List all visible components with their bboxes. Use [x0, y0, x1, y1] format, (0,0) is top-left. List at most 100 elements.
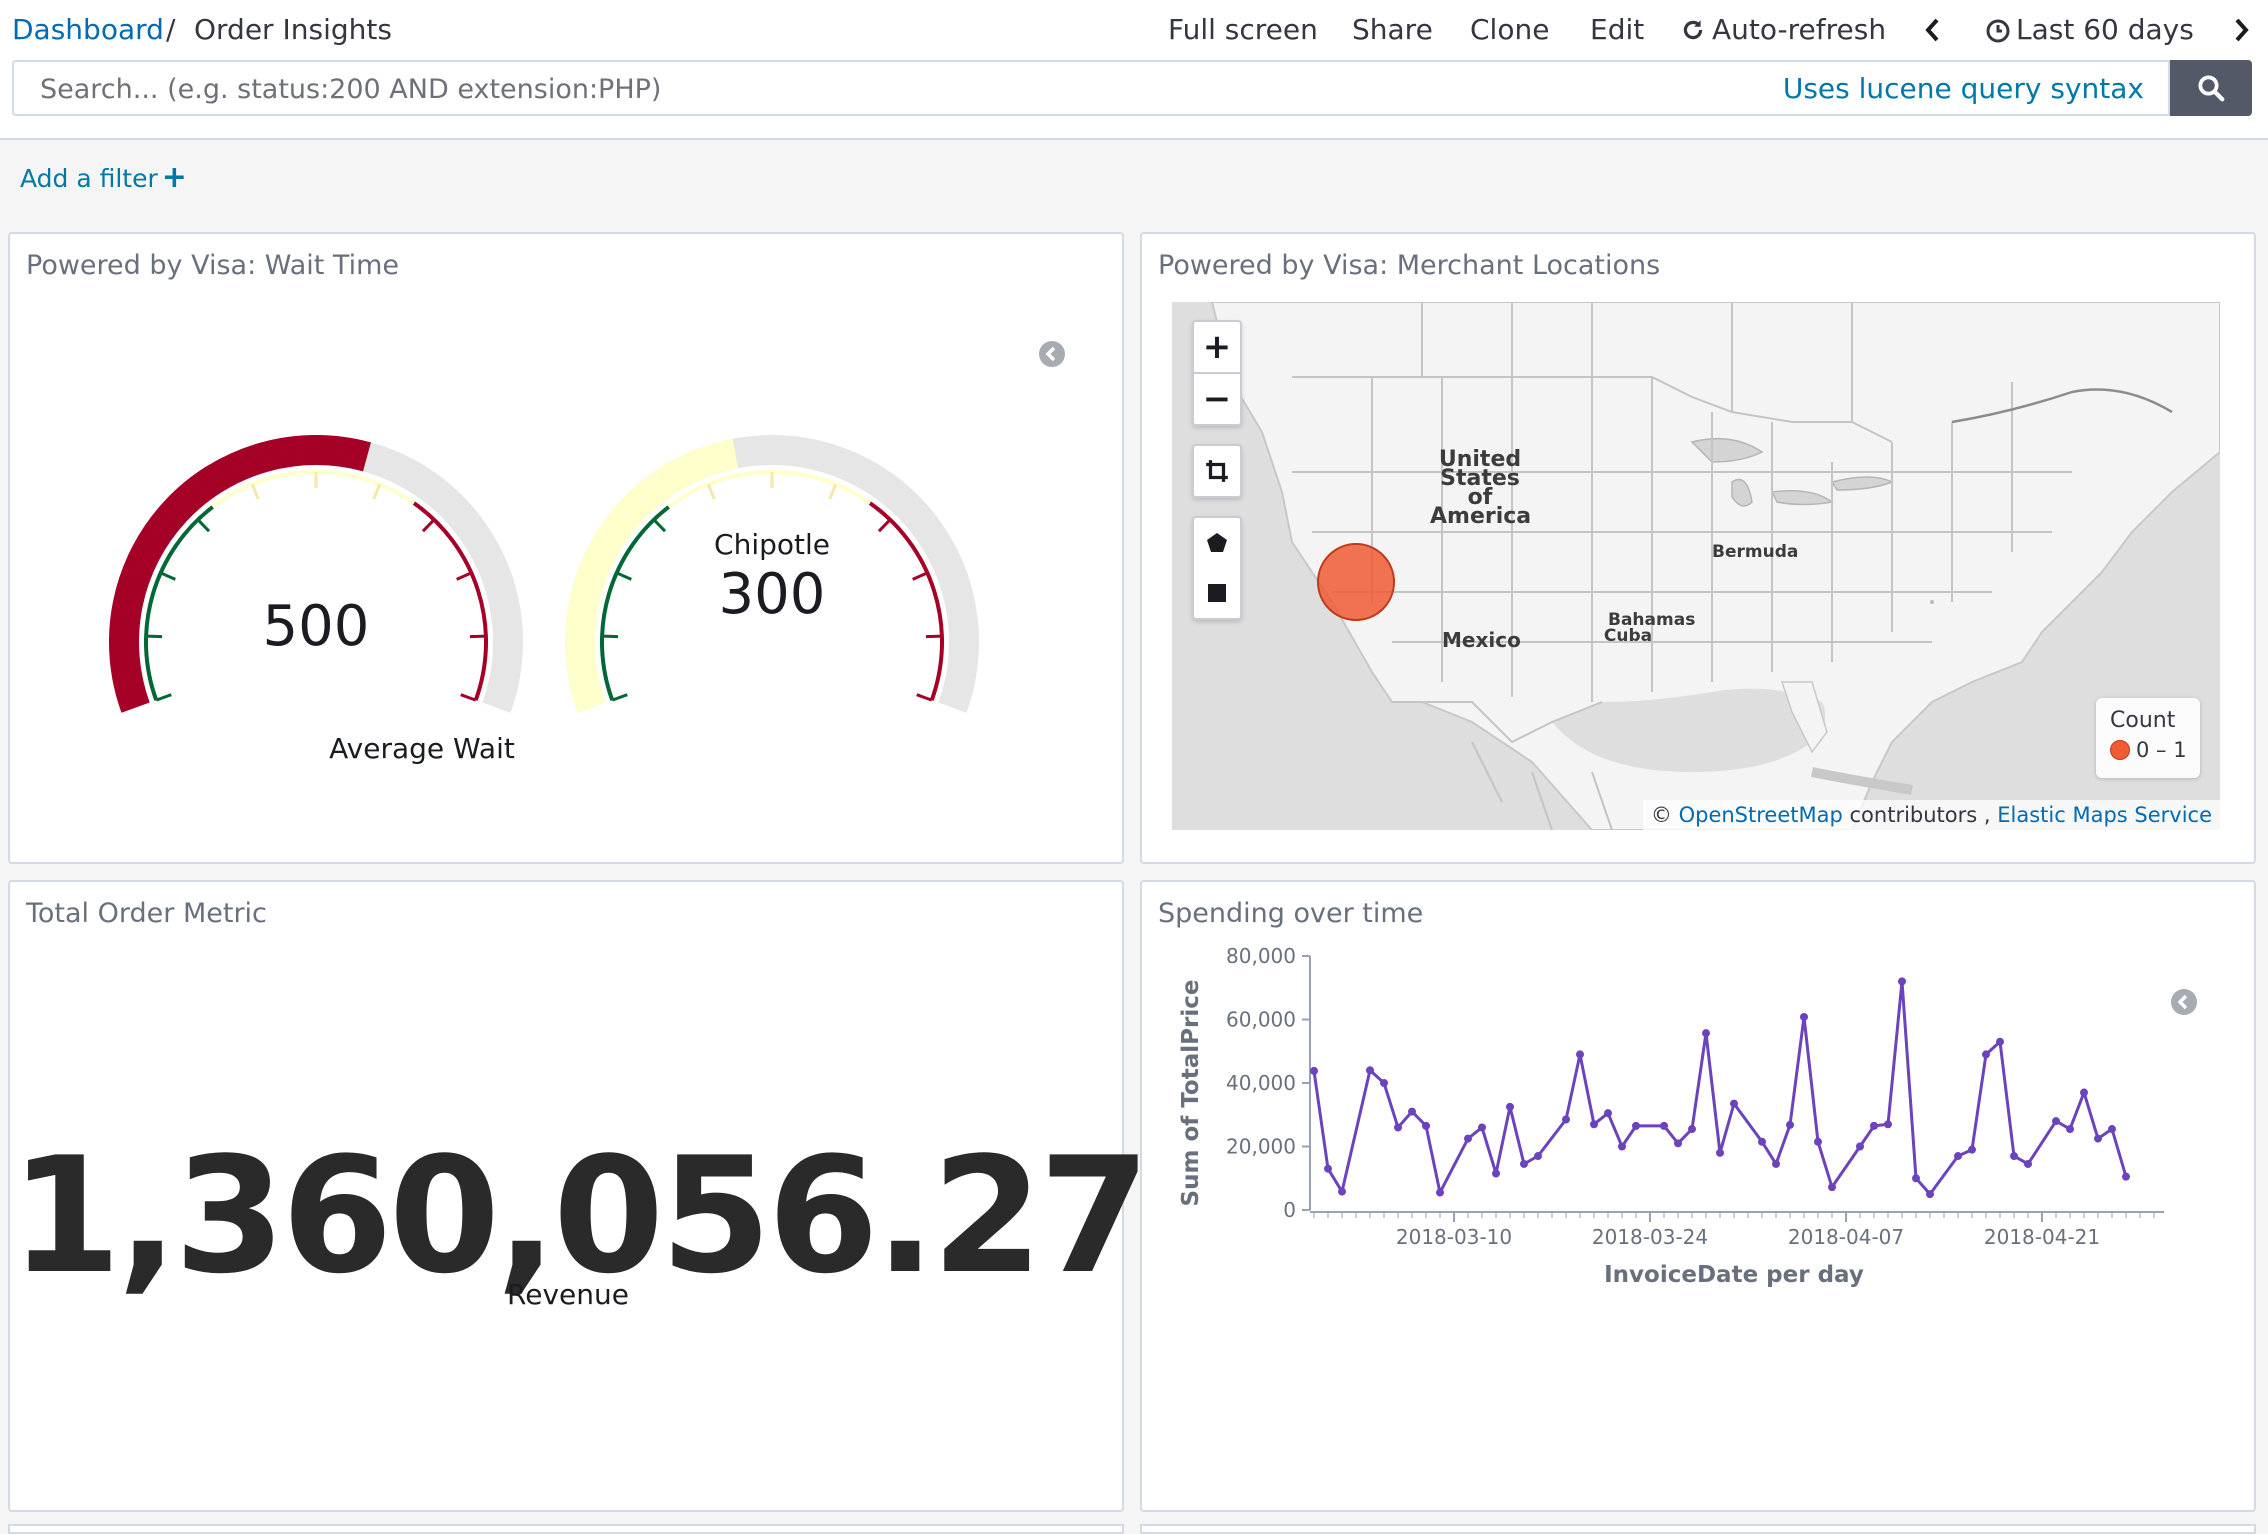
data-point[interactable]: [1366, 1066, 1374, 1075]
add-filter-button[interactable]: Add a filter +: [20, 160, 187, 195]
data-point[interactable]: [1408, 1107, 1416, 1116]
gauge-tick: [196, 518, 211, 533]
data-point[interactable]: [2108, 1125, 2116, 1134]
legend-item: 0 – 1: [2110, 738, 2187, 762]
merchant-location-marker[interactable]: [1317, 543, 1395, 621]
panel-title: Total Order Metric: [26, 898, 267, 929]
y-tick-label: 0: [1283, 1198, 1296, 1222]
search-box: Uses lucene query syntax: [12, 60, 2170, 116]
data-point[interactable]: [1870, 1121, 1878, 1130]
data-point[interactable]: [1786, 1120, 1794, 1129]
data-point[interactable]: [1492, 1169, 1500, 1178]
data-point[interactable]: [1464, 1134, 1472, 1143]
share-button[interactable]: Share: [1352, 13, 1433, 46]
fit-bounds-control: [1192, 444, 1242, 498]
data-point[interactable]: [1912, 1174, 1920, 1183]
breadcrumb-current: Order Insights: [194, 13, 392, 46]
data-point[interactable]: [2122, 1172, 2130, 1181]
data-point[interactable]: [1618, 1142, 1626, 1151]
lucene-syntax-link[interactable]: Uses lucene query syntax: [1783, 72, 2144, 105]
top-nav: Dashboard / Order Insights Full screen S…: [0, 0, 2268, 60]
data-point[interactable]: [1884, 1120, 1892, 1129]
time-prev-button[interactable]: [1922, 13, 1950, 46]
data-point[interactable]: [1800, 1012, 1808, 1021]
data-point[interactable]: [1828, 1183, 1836, 1192]
pentagon-icon: [1207, 533, 1227, 552]
elastic-maps-link[interactable]: Elastic Maps Service: [1997, 803, 2212, 827]
data-point[interactable]: [1478, 1123, 1486, 1132]
fullscreen-button[interactable]: Full screen: [1168, 13, 1318, 46]
data-point[interactable]: [1926, 1190, 1934, 1199]
data-point[interactable]: [1814, 1137, 1822, 1146]
data-point[interactable]: [1604, 1109, 1612, 1118]
metric-label: Revenue: [507, 1278, 629, 1311]
auto-refresh-button[interactable]: Auto-refresh: [1680, 13, 1886, 46]
draw-rectangle-button[interactable]: [1194, 568, 1240, 618]
data-point[interactable]: [1394, 1123, 1402, 1132]
search-input[interactable]: [38, 62, 1742, 116]
data-point[interactable]: [1954, 1152, 1962, 1161]
data-point[interactable]: [1632, 1121, 1640, 1130]
data-point[interactable]: [1310, 1066, 1318, 1075]
zoom-in-button[interactable]: +: [1194, 322, 1240, 372]
data-point[interactable]: [1380, 1079, 1388, 1087]
data-point[interactable]: [1422, 1121, 1430, 1130]
gauge-tick: [925, 634, 942, 639]
data-point[interactable]: [2080, 1088, 2088, 1097]
data-point[interactable]: [1562, 1115, 1570, 1124]
data-point[interactable]: [1436, 1188, 1444, 1197]
x-axis-title: InvoiceDate per day: [1604, 1262, 1864, 1288]
data-point[interactable]: [1688, 1125, 1696, 1134]
data-point[interactable]: [1534, 1152, 1542, 1161]
edit-button[interactable]: Edit: [1590, 13, 1644, 46]
clone-button[interactable]: Clone: [1470, 13, 1549, 46]
next-panel-edge: [1140, 1524, 2256, 1534]
data-point[interactable]: [1968, 1145, 1976, 1154]
data-point[interactable]: [2010, 1152, 2018, 1161]
data-point[interactable]: [1996, 1037, 2004, 1046]
gauge-tick: [146, 634, 163, 639]
search-button[interactable]: [2170, 60, 2252, 116]
refresh-icon: [1683, 20, 1703, 40]
time-range-label: Last 60 days: [2016, 13, 2194, 46]
data-point[interactable]: [1590, 1120, 1598, 1129]
gauge-tick: [916, 693, 933, 702]
spending-over-time-panel: Spending over time 0 20,000 40,000 60,000 80…: [1140, 880, 2256, 1512]
data-point[interactable]: [2066, 1125, 2074, 1134]
data-point[interactable]: [1674, 1139, 1682, 1148]
draw-polygon-button[interactable]: [1194, 518, 1240, 568]
coordinate-map[interactable]: United States of America Mexico Bermuda …: [1172, 302, 2220, 830]
legend-swatch: [2110, 740, 2130, 760]
data-point[interactable]: [1506, 1102, 1514, 1111]
data-point[interactable]: [1898, 977, 1906, 986]
merchant-locations-panel: Powered by Visa: Merchant Locations Unit…: [1140, 232, 2256, 864]
data-point[interactable]: [1702, 1029, 1710, 1038]
time-next-button[interactable]: [2230, 13, 2258, 46]
data-point[interactable]: [1660, 1121, 1668, 1130]
gauge-label: Chipotle: [714, 528, 830, 561]
fit-bounds-button[interactable]: [1194, 446, 1240, 496]
data-point[interactable]: [1520, 1159, 1528, 1168]
y-tick-label: 40,000: [1226, 1071, 1296, 1095]
openstreetmap-link[interactable]: OpenStreetMap: [1679, 803, 1843, 827]
data-point[interactable]: [1758, 1137, 1766, 1146]
data-point[interactable]: [1324, 1164, 1332, 1173]
data-point[interactable]: [2094, 1134, 2102, 1143]
data-point[interactable]: [2024, 1159, 2032, 1168]
data-point[interactable]: [1772, 1159, 1780, 1168]
y-tick-label: 80,000: [1226, 944, 1296, 968]
data-point[interactable]: [1576, 1050, 1584, 1059]
data-point[interactable]: [1982, 1050, 1990, 1059]
data-point[interactable]: [1730, 1099, 1738, 1108]
line-chart: 0 20,000 40,000 60,000 80,000 2018-03-10 2018-…: [1178, 944, 2164, 1288]
data-point[interactable]: [1716, 1148, 1724, 1157]
time-picker[interactable]: Last 60 days: [1986, 13, 2194, 46]
data-point[interactable]: [1856, 1142, 1864, 1151]
search-icon: [2198, 75, 2225, 102]
breadcrumb-dashboard-link[interactable]: Dashboard: [12, 13, 164, 46]
auto-refresh-label: Auto-refresh: [1712, 13, 1887, 46]
zoom-out-button[interactable]: −: [1194, 374, 1240, 424]
data-point[interactable]: [2052, 1117, 2060, 1126]
data-point[interactable]: [1338, 1187, 1346, 1196]
gauge-tick: [469, 634, 486, 639]
